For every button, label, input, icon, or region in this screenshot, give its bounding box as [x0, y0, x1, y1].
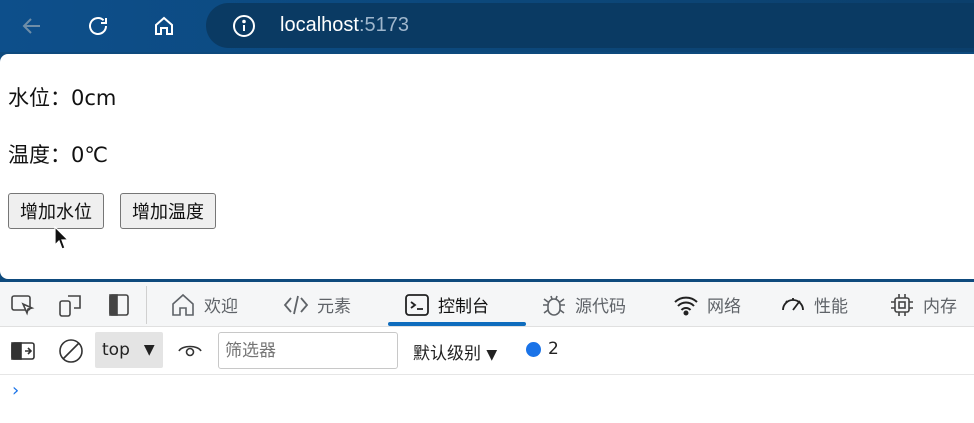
tab-label: 控制台 [438, 297, 489, 317]
console-prompt[interactable]: › [12, 380, 19, 401]
page-content: 水位：0cm 温度：0℃ 增加水位 增加温度 [0, 54, 974, 279]
inspect-icon[interactable] [10, 292, 36, 318]
tab-sources[interactable]: 源代码 [541, 282, 626, 327]
caret-down-icon: ▼ [486, 347, 498, 363]
url-text: localhost:5173 [280, 14, 409, 37]
tab-network[interactable]: 网络 [673, 282, 741, 327]
tab-label: 性能 [814, 297, 848, 317]
active-tab-indicator [388, 322, 526, 326]
refresh-button[interactable] [78, 6, 118, 46]
context-selector[interactable]: top ▼ [95, 332, 163, 368]
log-level-dropdown[interactable]: 默认级别 ▼ [413, 339, 497, 364]
add-temperature-button[interactable]: 增加温度 [120, 193, 216, 229]
browser-toolbar: localhost:5173 [0, 0, 974, 52]
tab-label: 元素 [317, 297, 351, 317]
home-icon [155, 16, 173, 35]
info-icon[interactable] [232, 14, 256, 38]
tab-welcome[interactable]: 欢迎 [170, 282, 238, 327]
context-value: top [102, 340, 130, 360]
console-toolbar: top ▼ 默认级别 ▼ 2 [0, 327, 974, 375]
log-level-value: 默认级别 [413, 344, 481, 364]
water-level-text: 水位：0cm [8, 86, 117, 110]
mouse-cursor-icon [54, 226, 70, 250]
console-icon [405, 293, 429, 316]
bug-icon [543, 295, 565, 316]
sidebar-toggle-icon[interactable] [10, 338, 36, 364]
toolbar-separator [146, 286, 147, 324]
device-emulation-icon[interactable] [58, 292, 84, 318]
address-bar[interactable]: localhost:5173 [206, 3, 974, 48]
devtools-tabbar: 欢迎 元素 控制台 源代码 网络 性能 内存 [0, 282, 974, 327]
tab-label: 源代码 [575, 297, 626, 317]
tab-label: 欢迎 [204, 297, 238, 317]
issues-count: 2 [548, 339, 559, 359]
add-water-button[interactable]: 增加水位 [8, 193, 104, 229]
filter-input[interactable] [218, 332, 398, 369]
chip-icon [891, 293, 913, 316]
tab-memory[interactable]: 内存 [889, 282, 957, 327]
code-icon [283, 295, 309, 314]
live-expression-eye-icon[interactable] [177, 338, 203, 364]
temperature-text: 温度：0℃ [8, 143, 108, 167]
clear-console-icon[interactable] [58, 338, 84, 364]
url-port: :5173 [358, 14, 409, 36]
tab-label: 内存 [923, 297, 957, 317]
home-button[interactable] [144, 6, 184, 46]
home-icon [172, 293, 194, 316]
gauge-icon [782, 297, 804, 311]
caret-down-icon: ▼ [143, 342, 155, 358]
wifi-icon [674, 296, 698, 315]
tab-label: 网络 [707, 297, 741, 317]
refresh-icon [89, 17, 107, 35]
dock-panel-icon[interactable] [106, 292, 132, 318]
url-host: localhost [280, 14, 359, 36]
issues-counter[interactable]: 2 [526, 339, 559, 359]
back-button[interactable] [12, 6, 52, 46]
tab-elements[interactable]: 元素 [283, 282, 351, 327]
tab-performance[interactable]: 性能 [780, 282, 848, 327]
devtools-panel: 欢迎 元素 控制台 源代码 网络 性能 内存 top ▼ 筛选器 默认级别 ▼ … [0, 282, 974, 423]
tab-console[interactable]: 控制台 [404, 282, 489, 327]
message-bubble-icon [526, 341, 541, 357]
back-arrow-icon [22, 18, 40, 34]
